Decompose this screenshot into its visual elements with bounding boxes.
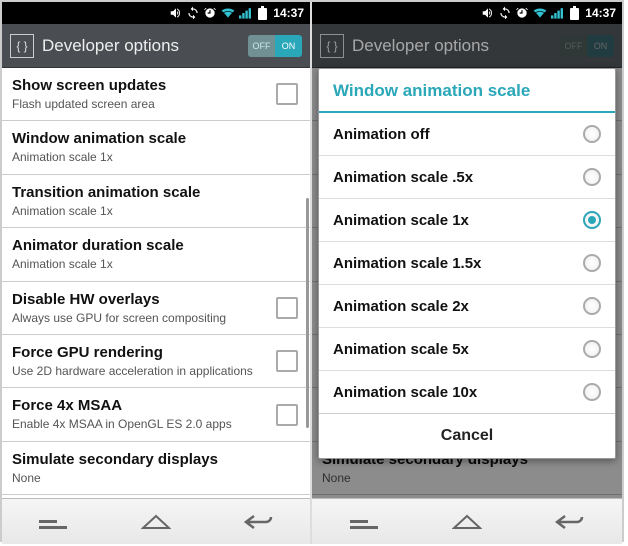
setting-subtitle: None [12, 471, 298, 485]
dialog-option-label: Animation scale 1x [333, 212, 573, 229]
setting-title: Animator duration scale [12, 237, 298, 255]
setting-row[interactable]: Disable HW overlays Always use GPU for sc… [2, 282, 310, 335]
status-bar: 14:37 [2, 2, 310, 24]
nav-back-button[interactable] [238, 510, 280, 534]
checkbox[interactable] [276, 404, 298, 426]
dialog-option[interactable]: Animation scale 2x [319, 285, 615, 328]
signal-icon [239, 6, 255, 20]
dialog-option-label: Animation scale 10x [333, 384, 573, 401]
battery-icon [258, 6, 267, 20]
app-title: Developer options [352, 36, 552, 56]
setting-row[interactable]: Window animation scale Animation scale 1x [2, 121, 310, 174]
radio-button[interactable] [583, 340, 601, 358]
volume-icon [481, 6, 495, 20]
alarm-icon [203, 6, 217, 20]
master-toggle: OFF ON [560, 35, 614, 57]
animation-scale-dialog: Window animation scale Animation off Anim… [318, 68, 616, 459]
developer-icon[interactable]: { } [10, 34, 34, 58]
app-title: Developer options [42, 36, 240, 56]
developer-icon: { } [320, 34, 344, 58]
nav-menu-button[interactable] [32, 510, 74, 534]
status-icons [481, 6, 579, 20]
dialog-option[interactable]: Animation scale 1.5x [319, 242, 615, 285]
setting-title: Disable HW overlays [12, 291, 268, 309]
toggle-off-label: OFF [248, 35, 275, 57]
dialog-option[interactable]: Animation scale .5x [319, 156, 615, 199]
master-toggle[interactable]: OFF ON [248, 35, 302, 57]
setting-subtitle: Animation scale 1x [12, 204, 298, 218]
dialog-option[interactable]: Animation scale 1x [319, 199, 615, 242]
nav-bar [312, 498, 622, 544]
checkbox[interactable] [276, 350, 298, 372]
setting-row[interactable]: Force 4x MSAA Enable 4x MSAA in OpenGL ES… [2, 388, 310, 441]
dialog-option-label: Animation scale .5x [333, 169, 573, 186]
dialog-option-label: Animation off [333, 126, 573, 143]
nav-home-button[interactable] [446, 510, 488, 534]
scrollbar[interactable] [306, 198, 309, 428]
sync-icon [498, 6, 512, 20]
setting-title: Force GPU rendering [12, 344, 268, 362]
toggle-on-label: ON [275, 35, 302, 57]
radio-button[interactable] [583, 254, 601, 272]
screen-right: 14:37 { } Developer options OFF ON Show … [312, 2, 622, 544]
setting-subtitle: Animation scale 1x [12, 257, 298, 271]
setting-title: Force 4x MSAA [12, 397, 268, 415]
volume-icon [169, 6, 183, 20]
setting-title: Window animation scale [12, 130, 298, 148]
setting-subtitle: Use 2D hardware acceleration in applicat… [12, 364, 268, 378]
setting-subtitle: Enable 4x MSAA in OpenGL ES 2.0 apps [12, 417, 268, 431]
setting-subtitle: Always use GPU for screen compositing [12, 311, 268, 325]
nav-menu-button[interactable] [343, 510, 385, 534]
setting-title: Transition animation scale [12, 184, 298, 202]
dialog-cancel-button[interactable]: Cancel [319, 414, 615, 458]
screen-left: 14:37 { } Developer options OFF ON Show … [2, 2, 312, 544]
nav-home-button[interactable] [135, 510, 177, 534]
nav-bar [2, 498, 310, 544]
setting-title: Show screen updates [12, 77, 268, 95]
radio-button[interactable] [583, 125, 601, 143]
dialog-option-label: Animation scale 5x [333, 341, 573, 358]
wifi-icon [532, 6, 548, 20]
setting-row[interactable]: Animator duration scale Animation scale 1… [2, 228, 310, 281]
radio-button[interactable] [583, 383, 601, 401]
dialog-option-label: Animation scale 1.5x [333, 255, 573, 272]
battery-icon [570, 6, 579, 20]
setting-subtitle: Flash updated screen area [12, 97, 268, 111]
status-bar: 14:37 [312, 2, 622, 24]
wifi-icon [220, 6, 236, 20]
setting-subtitle: None [322, 471, 610, 485]
radio-button[interactable] [583, 297, 601, 315]
dialog-option[interactable]: Animation scale 5x [319, 328, 615, 371]
dialog-title: Window animation scale [319, 69, 615, 113]
checkbox[interactable] [276, 297, 298, 319]
dialog-option-label: Animation scale 2x [333, 298, 573, 315]
dialog-option[interactable]: Animation off [319, 113, 615, 156]
checkbox[interactable] [276, 83, 298, 105]
nav-back-button[interactable] [549, 510, 591, 534]
toggle-off-label: OFF [560, 35, 587, 57]
status-icons [169, 6, 267, 20]
dialog-option[interactable]: Animation scale 10x [319, 371, 615, 414]
setting-row[interactable]: Show screen updates Flash updated screen … [2, 68, 310, 121]
radio-button[interactable] [583, 211, 601, 229]
sync-icon [186, 6, 200, 20]
status-time: 14:37 [585, 6, 616, 20]
setting-subtitle: Animation scale 1x [12, 150, 298, 164]
toggle-on-label: ON [587, 35, 614, 57]
alarm-icon [515, 6, 529, 20]
setting-title: Simulate secondary displays [12, 451, 298, 469]
status-time: 14:37 [273, 6, 304, 20]
app-bar: { } Developer options OFF ON [312, 24, 622, 68]
signal-icon [551, 6, 567, 20]
setting-row[interactable]: Transition animation scale Animation scal… [2, 175, 310, 228]
setting-row[interactable]: Force GPU rendering Use 2D hardware accel… [2, 335, 310, 388]
app-bar: { } Developer options OFF ON [2, 24, 310, 68]
setting-row[interactable]: Simulate secondary displays None [2, 442, 310, 495]
radio-button[interactable] [583, 168, 601, 186]
settings-list[interactable]: Show screen updates Flash updated screen … [2, 68, 310, 498]
